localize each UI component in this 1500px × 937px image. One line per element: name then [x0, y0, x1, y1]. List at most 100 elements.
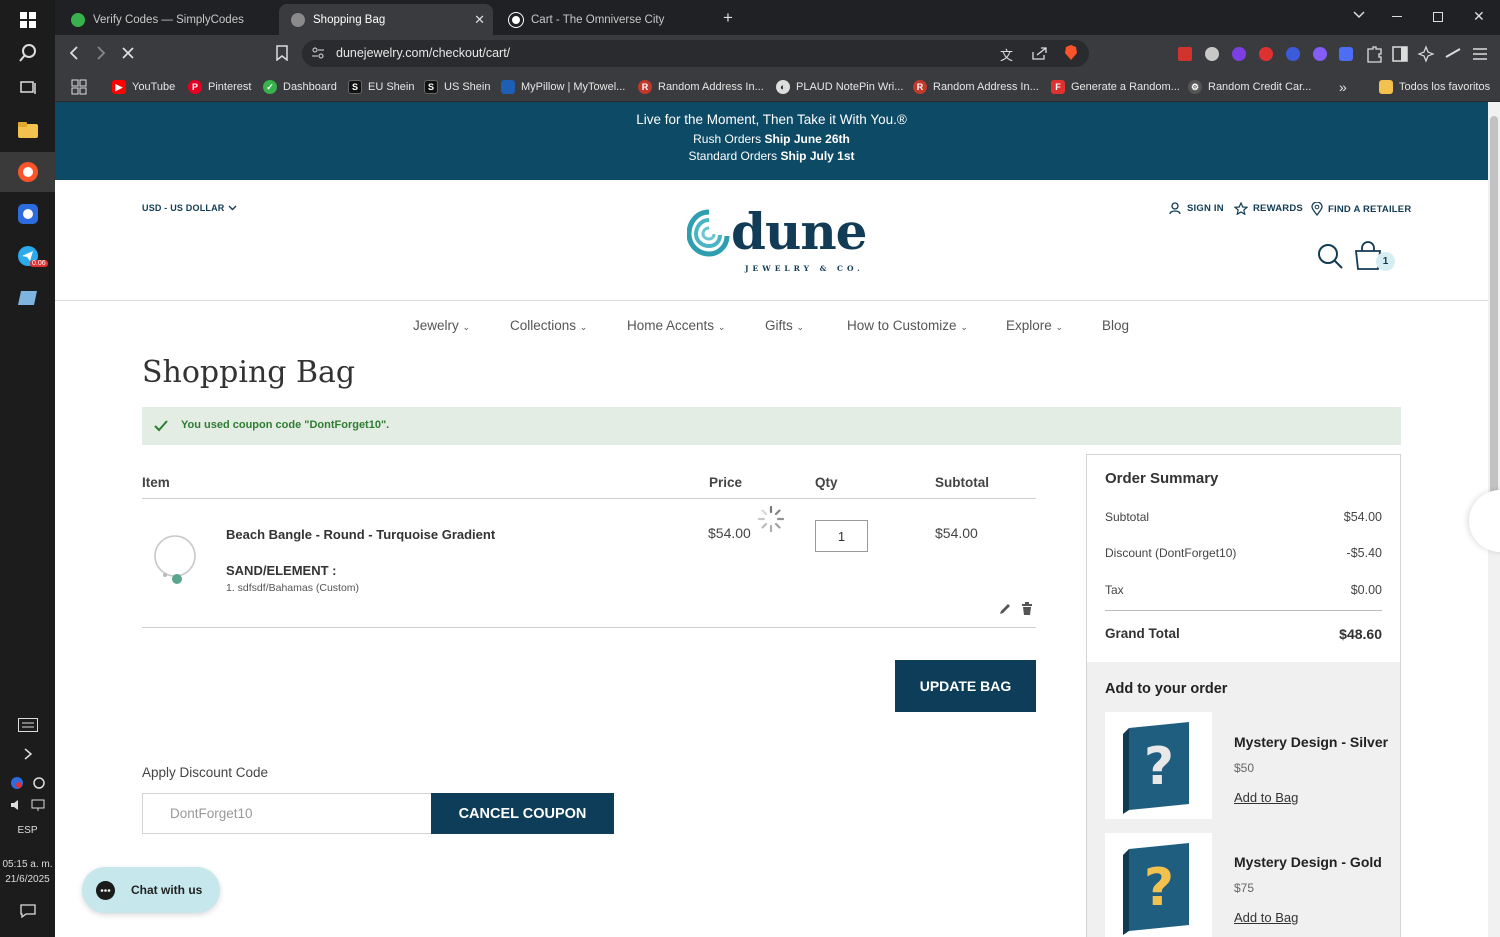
- delete-trash-icon[interactable]: [1021, 602, 1033, 616]
- all-bookmarks-folder[interactable]: Todos los favoritos: [1379, 72, 1490, 102]
- bookmark-page-icon[interactable]: [276, 45, 288, 61]
- edit-pencil-icon[interactable]: [998, 602, 1012, 616]
- bookmark-pinterest[interactable]: P Pinterest: [188, 72, 251, 102]
- page-title: Shopping Bag: [142, 355, 356, 390]
- bookmark-label: YouTube: [132, 81, 176, 93]
- promo-banner: Live for the Moment, Then Take it With Y…: [55, 102, 1488, 180]
- notifications-icon[interactable]: [0, 891, 55, 931]
- bookmarks-overflow[interactable]: »: [1339, 72, 1347, 102]
- translate-icon[interactable]: 文: [1000, 45, 1013, 64]
- product-thumbnail[interactable]: [151, 532, 199, 588]
- task-view-icon[interactable]: [0, 68, 55, 108]
- bookmark-dashboard[interactable]: ✓ Dashboard: [263, 72, 337, 102]
- file-explorer-icon[interactable]: [0, 110, 55, 150]
- tab-simplycodes[interactable]: Verify Codes — SimplyCodes: [59, 4, 277, 35]
- chevron-right-icon[interactable]: [0, 742, 55, 766]
- add-to-bag-link[interactable]: Add to Bag: [1234, 790, 1298, 805]
- promo-standard-date: Ship July 1st: [780, 149, 855, 163]
- clock-date[interactable]: 21/6/2025: [0, 872, 55, 887]
- new-tab-icon[interactable]: +: [723, 8, 733, 28]
- mystery-gold-image[interactable]: ?: [1105, 833, 1212, 937]
- nav-gifts[interactable]: Gifts ⌄: [765, 318, 804, 333]
- notification-badge: 0.06: [30, 260, 48, 267]
- close-window-icon[interactable]: ✕: [1473, 8, 1485, 25]
- chevron-down-icon: [228, 205, 236, 211]
- telegram-icon[interactable]: [0, 236, 55, 276]
- cancel-coupon-button[interactable]: CANCEL COUPON: [431, 793, 614, 834]
- stop-loading-icon[interactable]: [121, 46, 135, 60]
- product-name[interactable]: Mystery Design - Silver: [1234, 734, 1388, 750]
- tab-search-icon[interactable]: [1353, 11, 1365, 19]
- nav-home-accents[interactable]: Home Accents ⌄: [627, 318, 725, 333]
- bookmark-eu-shein[interactable]: S EU Shein: [348, 72, 414, 102]
- find-retailer-link[interactable]: FIND A RETAILER: [1311, 202, 1411, 216]
- address-bar[interactable]: dunejewelry.com/checkout/cart/ 文: [302, 40, 1089, 67]
- nav-collections[interactable]: Collections ⌄: [510, 318, 587, 333]
- quantity-input[interactable]: 1: [815, 520, 868, 552]
- bookmark-label: PLAUD NotePin Wri...: [796, 81, 904, 93]
- side-widget-tab[interactable]: [1469, 490, 1500, 552]
- folder-icon: [1379, 80, 1393, 94]
- bookmark-us-shein[interactable]: S US Shein: [424, 72, 490, 102]
- cart-count-badge[interactable]: 1: [1376, 252, 1395, 271]
- shein-icon: S: [348, 80, 362, 94]
- volume-network-icons[interactable]: [0, 794, 55, 816]
- clock-time[interactable]: 05:15 a. m.: [0, 857, 55, 872]
- brave-browser-icon[interactable]: [0, 152, 55, 192]
- bookmark-random-address-2[interactable]: R Random Address In...: [913, 72, 1039, 102]
- close-tab-icon[interactable]: ✕: [474, 12, 485, 28]
- search-icon[interactable]: [0, 33, 55, 73]
- dune-logo[interactable]: dune: [731, 202, 867, 262]
- bookmark-generate-random[interactable]: F Generate a Random...: [1051, 72, 1180, 102]
- share-icon[interactable]: [1032, 46, 1048, 60]
- dune-logo-icon[interactable]: [687, 208, 731, 258]
- chevron-down-icon: ⌄: [1055, 322, 1064, 332]
- item-price: $54.00: [708, 525, 751, 541]
- add-to-bag-link[interactable]: Add to Bag: [1234, 910, 1298, 925]
- url-text[interactable]: dunejewelry.com/checkout/cart/: [336, 46, 510, 60]
- currency-selector[interactable]: USD - US DOLLAR: [142, 203, 237, 213]
- minimize-icon[interactable]: [1392, 16, 1402, 17]
- pinterest-icon: P: [188, 80, 202, 94]
- nav-how-to-customize[interactable]: How to Customize ⌄: [847, 318, 968, 333]
- language-indicator[interactable]: ESP: [0, 823, 55, 838]
- mystery-silver-image[interactable]: ?: [1105, 712, 1212, 819]
- tab-omniverse-cart[interactable]: Cart - The Omniverse City: [497, 4, 715, 35]
- restore-icon[interactable]: [1433, 12, 1443, 22]
- bookmark-random-address-1[interactable]: R Random Address In...: [638, 72, 764, 102]
- sign-in-link[interactable]: SIGN IN: [1169, 202, 1224, 215]
- bookmark-label: Generate a Random...: [1071, 81, 1180, 93]
- bookmark-random-credit-card[interactable]: ⚙ Random Credit Car...: [1188, 72, 1311, 102]
- scrollbar-thumb[interactable]: [1490, 116, 1498, 548]
- widgets-icon[interactable]: [0, 705, 55, 745]
- apps-grid-icon[interactable]: [71, 79, 87, 95]
- bookmarks-bar: ▶ YouTube P Pinterest ✓ Dashboard S EU Shein…: [55, 72, 1500, 102]
- nav-label: Jewelry: [413, 318, 459, 333]
- back-icon[interactable]: [69, 46, 79, 60]
- nav-blog[interactable]: Blog: [1102, 318, 1129, 333]
- bookmark-youtube[interactable]: ▶ YouTube: [112, 72, 175, 102]
- search-icon[interactable]: [1317, 243, 1343, 269]
- brave-shields-icon[interactable]: [1064, 45, 1078, 61]
- nav-jewelry[interactable]: Jewelry ⌄: [413, 318, 470, 333]
- simplycodes-icon: ✓: [263, 80, 277, 94]
- summary-tax-value: $0.00: [1350, 583, 1382, 597]
- tray-icons[interactable]: [0, 772, 55, 794]
- rewards-link[interactable]: REWARDS: [1234, 202, 1303, 215]
- forward-icon[interactable]: [96, 46, 106, 60]
- site-settings-icon[interactable]: [311, 47, 325, 59]
- header-divider: [55, 300, 1488, 301]
- nav-label: Blog: [1102, 318, 1130, 333]
- discount-code-input[interactable]: DontForget10: [142, 793, 432, 834]
- product-name[interactable]: Mystery Design - Gold: [1234, 854, 1382, 870]
- update-bag-button[interactable]: UPDATE BAG: [895, 660, 1036, 712]
- product-name[interactable]: Beach Bangle - Round - Turquoise Gradien…: [226, 527, 495, 542]
- bookmark-plaud[interactable]: ◐ PLAUD NotePin Wri...: [776, 72, 903, 102]
- nav-explore[interactable]: Explore ⌄: [1006, 318, 1063, 333]
- chat-widget[interactable]: Chat with us: [82, 867, 220, 913]
- app-icon[interactable]: [0, 278, 55, 318]
- nav-label: Collections: [510, 318, 577, 333]
- tab-shopping-bag[interactable]: Shopping Bag ✕: [279, 4, 493, 35]
- bookmark-mypillow[interactable]: MyPillow | MyTowel...: [501, 72, 625, 102]
- brave-beta-icon[interactable]: [0, 194, 55, 234]
